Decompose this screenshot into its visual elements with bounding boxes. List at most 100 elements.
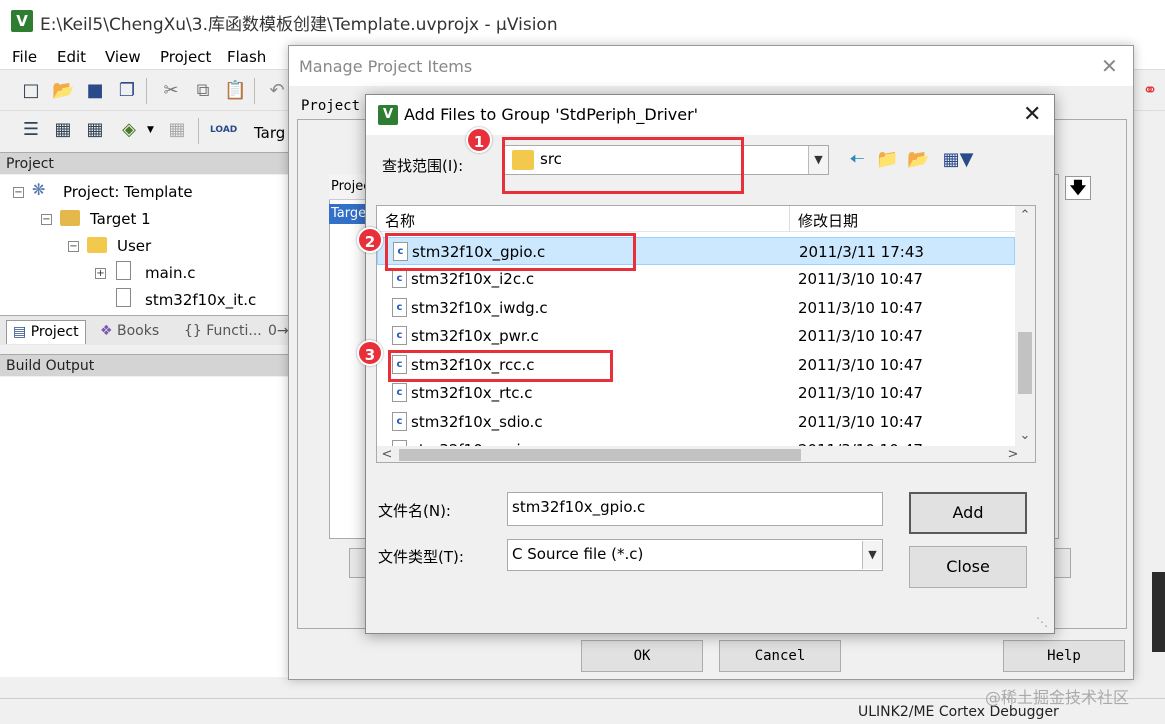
tree-item-target[interactable]: Target 1 <box>90 210 151 228</box>
cancel-button[interactable]: Cancel <box>719 640 841 672</box>
close-button[interactable]: Close <box>909 546 1027 588</box>
file-row[interactable]: c stm32f10x_pwr.c 2011/3/10 10:47 <box>377 322 1015 350</box>
resize-grip-icon[interactable]: ⋱ <box>1036 615 1048 629</box>
undo-icon[interactable]: ↶ <box>266 80 288 102</box>
rebuild-icon[interactable]: ▦ <box>84 119 106 141</box>
file-row[interactable]: c stm32f10x_iwdg.c 2011/3/10 10:47 <box>377 294 1015 322</box>
move-down-icon[interactable]: 🡇 <box>1065 176 1091 200</box>
tree-item-file[interactable]: stm32f10x_it.c <box>145 291 256 309</box>
annotation-badge-1: 1 <box>466 127 492 153</box>
paste-icon[interactable]: 📋 <box>224 80 246 102</box>
close-icon[interactable]: ✕ <box>1101 54 1118 78</box>
batch-dropdown-icon[interactable]: ▼ <box>147 125 154 135</box>
tab-project-items[interactable]: Project <box>301 98 360 114</box>
up-folder-icon[interactable]: 📁 <box>876 149 898 171</box>
menu-project[interactable]: Project <box>160 48 211 66</box>
c-file-icon: c <box>392 383 407 402</box>
file-name: stm32f10x_pwr.c <box>411 327 539 345</box>
c-file-icon: c <box>392 326 407 345</box>
file-row[interactable]: c stm32f10x_sdio.c 2011/3/10 10:47 <box>377 408 1015 436</box>
scroll-left-icon[interactable]: < <box>377 447 397 462</box>
back-arrow-icon[interactable]: 🠠 <box>846 149 868 171</box>
file-date: 2011/3/10 10:47 <box>798 327 923 345</box>
project-tab-icon: ▤ <box>13 324 27 340</box>
tab-books-label: Books <box>117 323 160 339</box>
file-row[interactable]: c stm32f10x_rtc.c 2011/3/10 10:47 <box>377 379 1015 407</box>
vertical-scroll-thumb[interactable] <box>1018 332 1032 394</box>
c-file-icon: c <box>392 269 407 288</box>
toolbar-separator <box>146 78 147 104</box>
build-output-pane[interactable] <box>0 377 290 677</box>
file-type-select[interactable]: C Source file (*.c) ▼ <box>507 539 883 571</box>
sort-ascending-icon: ⌃ <box>577 205 589 216</box>
annotation-box-gpio <box>385 233 636 271</box>
menu-view[interactable]: View <box>105 48 141 66</box>
project-tree: − ❋ Project: Template − Target 1 − User … <box>0 175 290 315</box>
collapse-group-icon[interactable]: − <box>68 241 79 252</box>
menu-file[interactable]: File <box>12 48 37 66</box>
save-all-icon[interactable]: ❐ <box>116 80 138 102</box>
build-icon[interactable]: ▦ <box>52 119 74 141</box>
annotation-box-rcc <box>388 350 613 382</box>
help-button[interactable]: Help <box>1003 640 1125 672</box>
close-icon[interactable]: ✕ <box>1023 102 1041 127</box>
collapse-target-icon[interactable]: − <box>41 214 52 225</box>
view-menu-icon[interactable]: ▦▼ <box>940 149 976 171</box>
add-files-title: Add Files to Group 'StdPeriph_Driver' <box>404 105 699 124</box>
tab-templates[interactable]: 0→ <box>262 320 290 344</box>
batch-build-icon[interactable]: ◈ <box>118 119 140 141</box>
tree-item-group-user[interactable]: User <box>117 237 151 255</box>
horizontal-scrollbar[interactable]: < > <box>377 446 1035 462</box>
target-select-label[interactable]: Targ <box>254 124 285 142</box>
look-in-label: 查找范围(I): <box>382 157 464 175</box>
menu-flash[interactable]: Flash <box>227 48 266 66</box>
c-file-icon <box>116 261 131 280</box>
save-icon[interactable]: ■ <box>84 80 106 102</box>
tab-books[interactable]: ❖ Books <box>94 320 165 344</box>
cut-icon[interactable]: ✂ <box>160 80 182 102</box>
c-file-icon <box>116 288 131 307</box>
horizontal-scroll-thumb[interactable] <box>399 449 801 461</box>
chevron-down-icon[interactable]: ▼ <box>808 146 828 174</box>
tab-project[interactable]: ▤ Project <box>6 320 86 344</box>
add-files-titlebar: V Add Files to Group 'StdPeriph_Driver' … <box>366 95 1054 135</box>
file-name-input[interactable]: stm32f10x_gpio.c <box>507 492 883 526</box>
build-toolbar: ☰ ▦ ▦ ◈ ▼ ▦ LOAD Targ <box>0 111 290 151</box>
new-file-icon[interactable]: □ <box>20 80 42 102</box>
c-file-icon: c <box>392 412 407 431</box>
scroll-down-icon[interactable]: ⌄ <box>1015 428 1035 443</box>
menu-edit[interactable]: Edit <box>57 48 86 66</box>
file-name: stm32f10x_iwdg.c <box>411 299 548 317</box>
vertical-scrollbar[interactable]: ⌃ ⌄ <box>1015 206 1035 446</box>
tree-item-file[interactable]: main.c <box>145 264 196 282</box>
debug-stop-icon[interactable]: ⚭ <box>1139 80 1161 102</box>
column-date[interactable]: 修改日期 <box>798 210 858 231</box>
group-folder-icon <box>87 237 107 253</box>
file-list-header: ⌃ 名称 修改日期 <box>377 206 1015 232</box>
project-panel-header: Project <box>0 152 290 174</box>
build-output-header: Build Output <box>0 354 290 376</box>
ok-button[interactable]: OK <box>581 640 703 672</box>
chevron-down-icon[interactable]: ▼ <box>862 541 882 569</box>
tab-project-label: Project <box>30 324 79 340</box>
translate-icon[interactable]: ☰ <box>20 119 42 141</box>
download-load-icon[interactable]: LOAD <box>210 119 237 141</box>
stop-build-icon[interactable]: ▦ <box>166 119 188 141</box>
open-folder-icon[interactable]: 📂 <box>52 80 74 102</box>
file-date: 2011/3/11 17:43 <box>799 243 924 261</box>
tab-functions[interactable]: {} Functi... <box>178 320 268 344</box>
new-folder-icon[interactable]: 📂 <box>907 149 929 171</box>
column-name[interactable]: 名称 <box>385 210 415 231</box>
collapse-project-icon[interactable]: − <box>13 187 24 198</box>
tree-item-project[interactable]: Project: Template <box>63 183 193 201</box>
add-button[interactable]: Add <box>909 492 1027 534</box>
toolbar-separator <box>254 78 255 104</box>
annotation-badge-2: 2 <box>357 227 383 253</box>
watermark: @稀土掘金技术社区 <box>985 688 1130 707</box>
file-date: 2011/3/10 10:47 <box>798 356 923 374</box>
copy-icon[interactable]: ⧉ <box>192 80 214 102</box>
scroll-right-icon[interactable]: > <box>1003 447 1023 462</box>
scroll-up-icon[interactable]: ⌃ <box>1015 208 1035 223</box>
manage-dialog-titlebar: Manage Project Items ✕ <box>289 46 1133 86</box>
expand-file-icon[interactable]: + <box>95 268 106 279</box>
